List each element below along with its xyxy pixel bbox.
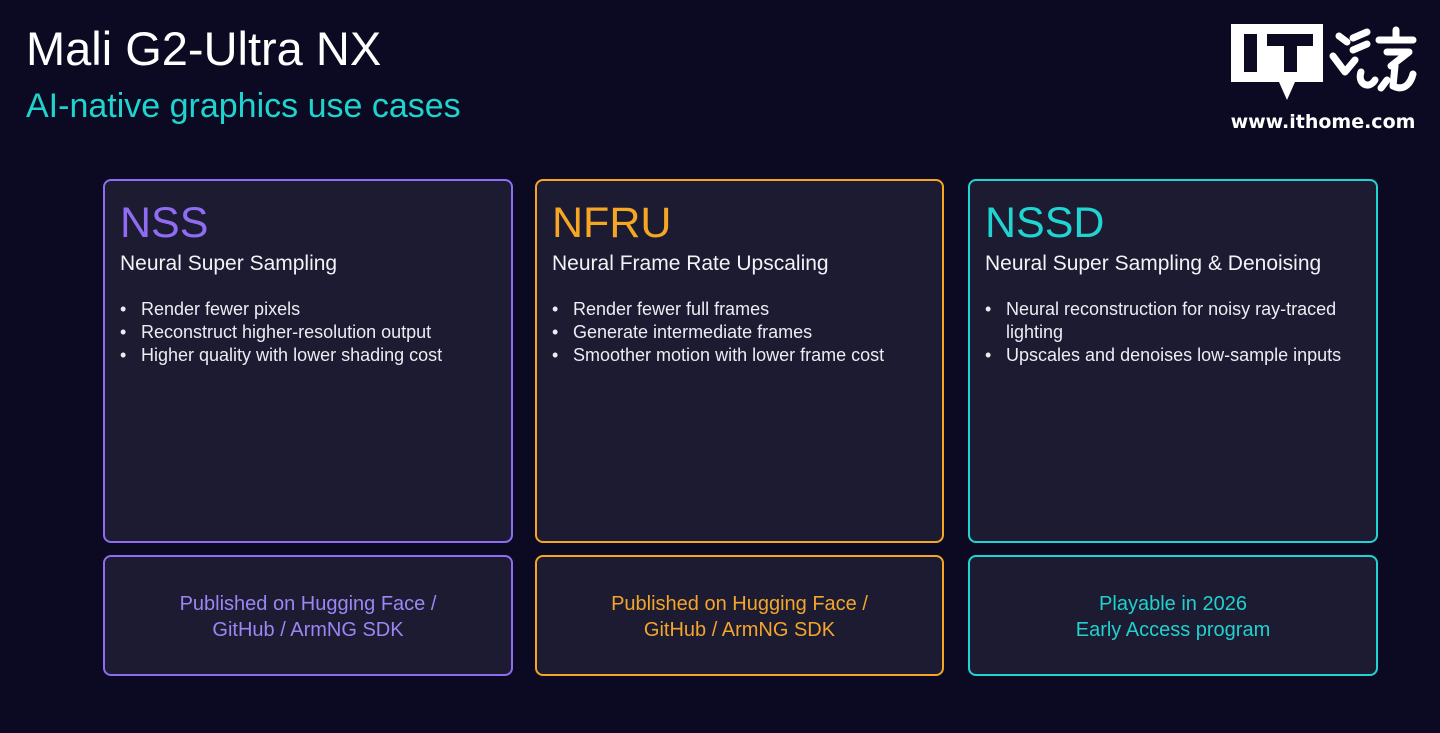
feature-list: • Neural reconstruction for noisy ray-tra… [985, 298, 1366, 367]
availability-text: Published on Hugging Face / GitHub / Arm… [115, 591, 501, 643]
availability-line: Playable in 2026 [1099, 593, 1247, 615]
feature-text: Smoother motion with lower frame cost [573, 345, 885, 365]
card-full-name: Neural Super Sampling [120, 252, 338, 275]
feature-item: • Neural reconstruction for noisy ray-tra… [985, 298, 1366, 344]
bullet-icon: • [552, 299, 559, 319]
card-acronym: NFRU [552, 199, 672, 247]
bullet-icon: • [552, 322, 559, 342]
slide-title: Mali G2-Ultra NX [26, 22, 382, 75]
feature-item: • Render fewer full frames [552, 298, 932, 321]
availability-line: Published on Hugging Face / [611, 593, 868, 615]
ithome-watermark: www.ithome.com [1224, 22, 1422, 137]
availability-note-nss: Published on Hugging Face / GitHub / Arm… [103, 555, 513, 676]
card-nss: NSS Neural Super Sampling • Render fewer … [103, 179, 513, 543]
card-nfru: NFRU Neural Frame Rate Upscaling • Render… [535, 179, 944, 543]
availability-note-nfru: Published on Hugging Face / GitHub / Arm… [535, 555, 944, 676]
feature-item: • Higher quality with lower shading cost [120, 344, 501, 367]
availability-line: Published on Hugging Face / [179, 593, 437, 615]
availability-line: GitHub / ArmNG SDK [212, 619, 404, 641]
bullet-icon: • [985, 345, 992, 365]
card-acronym: NSSD [985, 199, 1105, 247]
feature-text: Higher quality with lower shading cost [141, 345, 443, 365]
availability-text: Playable in 2026 Early Access program [980, 591, 1366, 643]
feature-text: Render fewer pixels [141, 299, 301, 319]
bullet-icon: • [120, 299, 127, 319]
slide-subtitle: AI-native graphics use cases [26, 87, 461, 125]
feature-item: • Reconstruct higher-resolution output [120, 321, 501, 344]
card-full-name: Neural Super Sampling & Denoising [985, 252, 1322, 275]
availability-text: Published on Hugging Face / GitHub / Arm… [547, 591, 932, 643]
feature-item: • Upscales and denoises low-sample inputs [985, 344, 1366, 367]
feature-text: Reconstruct higher-resolution output [141, 322, 432, 342]
ithome-logo [1231, 24, 1417, 100]
ithome-url: www.ithome.com [1230, 111, 1416, 133]
feature-item: • Generate intermediate frames [552, 321, 932, 344]
availability-line: Early Access program [1075, 619, 1271, 641]
feature-text: Render fewer full frames [573, 299, 770, 319]
feature-text: Generate intermediate frames [573, 322, 813, 342]
feature-item: • Smoother motion with lower frame cost [552, 344, 932, 367]
card-nssd: NSSD Neural Super Sampling & Denoising •… [968, 179, 1378, 543]
availability-line: GitHub / ArmNG SDK [643, 619, 836, 641]
bullet-icon: • [120, 322, 127, 342]
bullet-icon: • [552, 345, 559, 365]
card-acronym: NSS [120, 199, 209, 247]
availability-note-nssd: Playable in 2026 Early Access program [968, 555, 1378, 676]
bullet-icon: • [985, 299, 992, 319]
card-full-name: Neural Frame Rate Upscaling [552, 252, 829, 275]
feature-text: Upscales and denoises low-sample inputs [1006, 345, 1342, 365]
bullet-icon: • [120, 345, 127, 365]
feature-list: • Render fewer pixels • Reconstruct higher… [120, 298, 501, 367]
feature-text: Neural reconstruction for noisy ray-trac… [1006, 299, 1337, 342]
feature-list: • Render fewer full frames • Generate inte… [552, 298, 932, 367]
feature-item: • Render fewer pixels [120, 298, 501, 321]
